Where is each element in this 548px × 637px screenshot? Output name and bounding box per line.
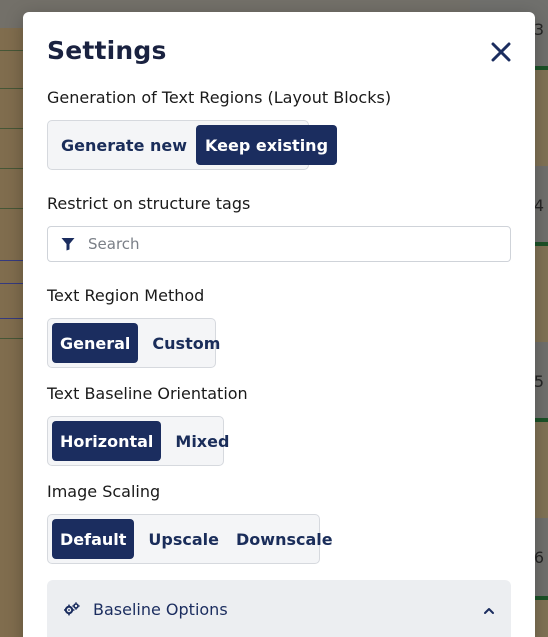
option-default[interactable]: Default	[52, 519, 135, 559]
filter-icon	[48, 237, 88, 251]
baseline-options-accordion: Baseline Options	[47, 580, 511, 637]
option-mixed[interactable]: Mixed	[167, 421, 237, 461]
structure-tags-search	[47, 226, 511, 262]
option-horizontal[interactable]: Horizontal	[52, 421, 162, 461]
text-regions-segmented-control: Generate new Keep existing	[47, 120, 338, 170]
search-input[interactable]	[88, 235, 488, 253]
baseline-orientation-segmented-control: Horizontal Mixed	[47, 416, 229, 466]
option-upscale[interactable]: Upscale	[140, 519, 227, 559]
image-scaling-label: Image Scaling	[47, 482, 161, 501]
baseline-options-header[interactable]: Baseline Options	[47, 580, 511, 637]
option-custom[interactable]: Custom	[144, 323, 228, 363]
region-method-segmented-control: General Custom	[47, 318, 220, 368]
option-keep-existing[interactable]: Keep existing	[196, 125, 338, 165]
settings-modal: Settings Generation of Text Regions (Lay…	[23, 12, 535, 637]
chevron-up-icon	[483, 602, 495, 621]
option-downscale[interactable]: Downscale	[228, 519, 341, 559]
region-method-label: Text Region Method	[47, 286, 205, 305]
close-button[interactable]	[489, 40, 513, 64]
image-scaling-segmented-control: Default Upscale Downscale	[47, 514, 333, 564]
modal-title: Settings	[47, 36, 167, 65]
option-generate-new[interactable]: Generate new	[52, 125, 196, 165]
text-regions-label: Generation of Text Regions (Layout Block…	[47, 88, 392, 107]
baseline-options-label: Baseline Options	[93, 599, 228, 619]
baseline-orientation-label: Text Baseline Orientation	[47, 384, 248, 403]
close-icon	[491, 42, 511, 62]
gears-icon	[47, 602, 93, 616]
option-general[interactable]: General	[52, 323, 139, 363]
structure-tags-label: Restrict on structure tags	[47, 194, 251, 213]
